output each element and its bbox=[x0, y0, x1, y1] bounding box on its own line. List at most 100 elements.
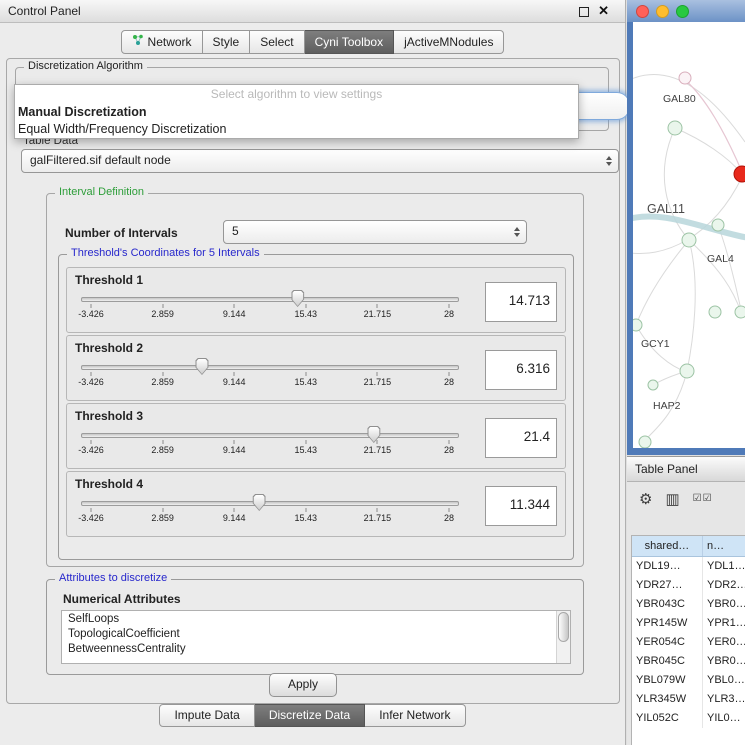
numerical-attributes-label: Numerical Attributes bbox=[63, 592, 181, 606]
threshold-value-field[interactable]: 21.4 bbox=[485, 418, 557, 458]
window-title: Control Panel bbox=[8, 4, 81, 18]
table-row[interactable]: YBL079WYBL0… bbox=[632, 671, 745, 690]
threshold-slider[interactable]: -3.4262.8599.14415.4321.71528 bbox=[85, 290, 455, 328]
table-cell[interactable]: YPR1… bbox=[703, 614, 745, 633]
attribute-list-item[interactable]: TopologicalCoefficient bbox=[62, 627, 556, 642]
tab-infer-network[interactable]: Infer Network bbox=[365, 704, 465, 727]
number-of-intervals-label: Number of Intervals bbox=[65, 226, 178, 240]
zoom-traffic-light-icon[interactable] bbox=[676, 5, 689, 18]
dropdown-option-manual-discretization[interactable]: Manual Discretization bbox=[15, 104, 578, 121]
threshold-value-field[interactable]: 14.713 bbox=[485, 282, 557, 322]
table-cell[interactable]: YDL19… bbox=[632, 557, 703, 576]
table-cell[interactable]: YDL1… bbox=[703, 557, 745, 576]
table-cell[interactable]: YIL0… bbox=[703, 709, 745, 728]
tab-jactivemnodules[interactable]: jActiveMNodules bbox=[394, 30, 504, 54]
table-cell[interactable]: YER0… bbox=[703, 633, 745, 652]
table-cell[interactable]: YER054C bbox=[632, 633, 703, 652]
network-node[interactable] bbox=[668, 121, 682, 135]
combo-arrows-icon bbox=[514, 227, 520, 237]
slider-tick-label: 15.43 bbox=[295, 377, 318, 387]
apply-button[interactable]: Apply bbox=[269, 673, 337, 697]
tab-network[interactable]: Network bbox=[121, 30, 203, 54]
table-row[interactable]: YER054CYER0… bbox=[632, 633, 745, 652]
network-node[interactable] bbox=[712, 219, 724, 231]
interval-definition-group: Interval Definition Number of Intervals … bbox=[46, 193, 584, 567]
slider-tick-label: -3.426 bbox=[78, 445, 104, 455]
table-cell[interactable]: YDR27… bbox=[632, 576, 703, 595]
group-title: Interval Definition bbox=[55, 186, 148, 198]
attribute-list-item[interactable]: SelfLoops bbox=[62, 612, 556, 627]
threshold-value-field[interactable]: 11.344 bbox=[485, 486, 557, 526]
slider-tick-label: 15.43 bbox=[295, 445, 318, 455]
threshold-value-field[interactable]: 6.316 bbox=[485, 350, 557, 390]
attribute-list-item[interactable]: BetweennessCentrality bbox=[62, 642, 556, 657]
table-cell[interactable]: YBR0… bbox=[703, 652, 745, 671]
network-node[interactable] bbox=[639, 436, 651, 448]
table-cell[interactable]: YBL0… bbox=[703, 671, 745, 690]
slider-tick bbox=[234, 508, 235, 512]
network-canvas[interactable]: GAL80 GAL11 GAL4 GCY1 HAP2 bbox=[633, 22, 745, 448]
columns-icon[interactable]: ▥ bbox=[665, 492, 679, 507]
slider-thumb[interactable] bbox=[291, 290, 304, 307]
tab-style[interactable]: Style bbox=[203, 30, 251, 54]
table-row[interactable]: YDL19…YDL1… bbox=[632, 557, 745, 576]
minimize-traffic-light-icon[interactable] bbox=[656, 5, 669, 18]
network-node[interactable] bbox=[680, 364, 694, 378]
close-icon[interactable]: ✕ bbox=[598, 3, 609, 19]
slider-tick-label: 28 bbox=[444, 377, 454, 387]
table-row[interactable]: YBR043CYBR0… bbox=[632, 595, 745, 614]
network-node[interactable] bbox=[682, 233, 696, 247]
table-row[interactable]: YBR045CYBR0… bbox=[632, 652, 745, 671]
number-of-intervals-value: 5 bbox=[232, 224, 239, 238]
threshold-slider[interactable]: -3.4262.8599.14415.4321.71528 bbox=[85, 426, 455, 464]
network-node[interactable] bbox=[633, 319, 642, 331]
tab-cyni-toolbox[interactable]: Cyni Toolbox bbox=[305, 30, 394, 54]
table-cell[interactable]: YBR043C bbox=[632, 595, 703, 614]
scrollbar-thumb[interactable] bbox=[558, 612, 569, 642]
combo-arrows-icon bbox=[606, 156, 612, 166]
threshold-slider[interactable]: -3.4262.8599.14415.4321.71528 bbox=[85, 494, 455, 532]
threshold-block: Threshold 2 -3.4262.8599.14415.4321.7152… bbox=[66, 335, 566, 401]
network-node-red[interactable] bbox=[734, 166, 745, 182]
network-node[interactable] bbox=[735, 306, 745, 318]
table-cell[interactable]: YLR3… bbox=[703, 690, 745, 709]
table-cell[interactable]: YBL079W bbox=[632, 671, 703, 690]
list-scrollbar[interactable] bbox=[556, 611, 570, 663]
table-cell[interactable]: YBR0… bbox=[703, 595, 745, 614]
tab-select[interactable]: Select bbox=[250, 30, 304, 54]
node-label: GAL4 bbox=[707, 253, 734, 265]
table-cell[interactable]: YLR345W bbox=[632, 690, 703, 709]
table-data-combobox[interactable]: galFiltered.sif default node bbox=[21, 149, 619, 173]
select-columns-icon[interactable]: ☑☑ bbox=[693, 494, 713, 504]
network-node[interactable] bbox=[679, 72, 691, 84]
column-header[interactable]: shared… bbox=[632, 536, 703, 556]
slider-tick bbox=[162, 304, 163, 308]
threshold-slider[interactable]: -3.4262.8599.14415.4321.71528 bbox=[85, 358, 455, 396]
table-row[interactable]: YPR145WYPR1… bbox=[632, 614, 745, 633]
slider-thumb[interactable] bbox=[195, 358, 208, 375]
table-cell[interactable]: YDR2… bbox=[703, 576, 745, 595]
tab-impute-data[interactable]: Impute Data bbox=[159, 704, 254, 727]
table-row[interactable]: YLR345WYLR3… bbox=[632, 690, 745, 709]
column-header[interactable]: n… bbox=[703, 536, 745, 556]
tab-discretize-data[interactable]: Discretize Data bbox=[255, 704, 365, 727]
dropdown-option-equal-width-frequency[interactable]: Equal Width/Frequency Discretization bbox=[15, 121, 578, 138]
table-row[interactable]: YIL052CYIL0… bbox=[632, 709, 745, 728]
slider-thumb[interactable] bbox=[367, 426, 380, 443]
slider-tick bbox=[234, 372, 235, 376]
number-of-intervals-combobox[interactable]: 5 bbox=[223, 220, 527, 244]
close-traffic-light-icon[interactable] bbox=[636, 5, 649, 18]
slider-tick-label: 9.144 bbox=[223, 377, 246, 387]
numerical-attributes-list[interactable]: SelfLoopsTopologicalCoefficientBetweenne… bbox=[61, 610, 571, 664]
float-window-icon[interactable] bbox=[579, 7, 589, 17]
table-cell[interactable]: YPR145W bbox=[632, 614, 703, 633]
slider-tick-label: 2.859 bbox=[151, 513, 174, 523]
table-cell[interactable]: YBR045C bbox=[632, 652, 703, 671]
table-row[interactable]: YDR27…YDR2… bbox=[632, 576, 745, 595]
table-cell[interactable]: YIL052C bbox=[632, 709, 703, 728]
settings-gear-icon[interactable]: ⚙ bbox=[639, 492, 652, 507]
cyni-toolbox-panel: Discretization Algorithm Table Data galF… bbox=[6, 58, 620, 704]
network-node[interactable] bbox=[709, 306, 721, 318]
slider-thumb[interactable] bbox=[253, 494, 266, 511]
network-node[interactable] bbox=[648, 380, 658, 390]
